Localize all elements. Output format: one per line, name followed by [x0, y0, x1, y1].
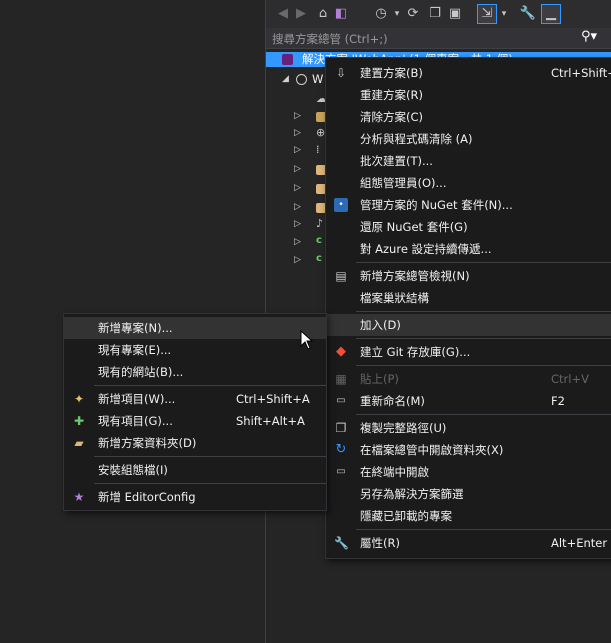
existing-item-icon: ✚ [73, 414, 85, 428]
menu-item-rename[interactable]: ▭ 重新命名(M) F2 [326, 390, 611, 412]
submenu-item-existing-website[interactable]: 現有的網站(B)... [64, 361, 326, 383]
globe-icon: ⊕ [316, 126, 326, 139]
solution-icon [282, 54, 293, 65]
new-folder-icon: ▰ [74, 436, 84, 450]
tree-item-cs-file[interactable]: ▷ c [266, 251, 326, 273]
expand-icon[interactable]: ▷ [294, 219, 301, 229]
settings-file-icon: ♪ [316, 217, 324, 230]
menu-separator [356, 338, 611, 339]
menu-separator [94, 385, 326, 386]
submenu-item-install-config[interactable]: 安裝組態檔(I) [64, 459, 326, 481]
menu-item-manage-nuget[interactable]: • 管理方案的 NuGet 套件(N)... [326, 194, 611, 216]
menu-item-new-se-view[interactable]: ▤ 新增方案總管檢視(N) [326, 265, 611, 287]
csharp-file-icon: c [316, 253, 322, 264]
nuget-icon: • [334, 198, 348, 212]
menu-item-rebuild-solution[interactable]: 重建方案(R) [326, 84, 611, 106]
menu-item-analyze-cleanup[interactable]: 分析與程式碼清除 (A) [326, 128, 611, 150]
csharp-file-icon: c [316, 235, 322, 246]
show-all-files-icon[interactable]: ▣ [446, 5, 464, 23]
submenu-item-new-editorconfig[interactable]: ★ 新增 EditorConfig [64, 486, 326, 508]
menu-item-properties[interactable]: 🔧 屬性(R) Alt+Enter [326, 532, 611, 554]
solution-context-menu: ⇩ 建置方案(B) Ctrl+Shift+B 重建方案(R) 清除方案(C) 分… [325, 57, 611, 559]
git-icon: ◆ [336, 344, 346, 359]
search-icon[interactable]: ⚲▾ [581, 29, 597, 44]
back-icon[interactable]: ◀ [274, 5, 292, 23]
search-box[interactable]: 搜尋方案總管 (Ctrl+;) ⚲▾ [266, 28, 611, 49]
terminal-icon: ▭ [336, 466, 346, 477]
submenu-item-new-item[interactable]: ✦ 新增項目(W)... Ctrl+Shift+A [64, 388, 326, 410]
menu-item-clean-solution[interactable]: 清除方案(C) [326, 106, 611, 128]
rename-icon: ▭ [336, 395, 346, 406]
submenu-item-new-solution-folder[interactable]: ▰ 新增方案資料夾(D) [64, 432, 326, 454]
expand-icon[interactable]: ▷ [294, 183, 301, 193]
forward-icon[interactable]: ▶ [292, 5, 310, 23]
new-view-icon: ▤ [335, 269, 347, 283]
home-icon[interactable]: ⌂ [314, 5, 332, 23]
submenu-item-existing-item[interactable]: ✚ 現有項目(G)... Shift+Alt+A [64, 410, 326, 432]
add-submenu: 新增專案(N)... 現有專案(E)... 現有的網站(B)... ✦ 新增項目… [63, 313, 327, 511]
copy-path-icon: ❐ [335, 421, 347, 435]
expand-icon[interactable]: ▷ [294, 145, 301, 155]
menu-item-add[interactable]: 加入(D) [326, 314, 611, 336]
expand-icon[interactable]: ▷ [294, 202, 301, 212]
menu-separator [94, 456, 326, 457]
menu-separator [356, 262, 611, 263]
open-folder-icon: ↻ [335, 442, 347, 457]
expand-icon[interactable]: ▷ [294, 111, 301, 121]
filter-dropdown-icon[interactable]: ▾ [495, 5, 513, 23]
menu-separator [356, 414, 611, 415]
menu-item-hide-unloaded[interactable]: 隱藏已卸載的專案 [326, 505, 611, 527]
vs-switch-views-icon[interactable]: ◧ [332, 5, 350, 23]
menu-separator [356, 311, 611, 312]
expand-icon[interactable]: ▷ [294, 164, 301, 174]
expand-icon[interactable]: ▷ [294, 128, 301, 138]
build-icon: ⇩ [335, 66, 347, 80]
wrench-icon: 🔧 [334, 536, 349, 550]
menu-item-save-as-filter[interactable]: 另存為解決方案篩選 [326, 483, 611, 505]
menu-item-batch-build[interactable]: 批次建置(T)... [326, 150, 611, 172]
menu-item-azure-cd[interactable]: 對 Azure 設定持續傳遞... [326, 238, 611, 260]
menu-separator [356, 365, 611, 366]
menu-item-file-nesting[interactable]: 檔案巢狀結構 [326, 287, 611, 309]
menu-item-open-in-explorer[interactable]: ↻ 在檔案總管中開啟資料夾(X) [326, 439, 611, 461]
search-input[interactable]: 搜尋方案總管 (Ctrl+;) [272, 31, 388, 47]
sync-icon[interactable]: ⟳ [404, 5, 422, 23]
mouse-cursor-icon [300, 330, 314, 350]
new-item-icon: ✦ [73, 392, 85, 406]
submenu-item-new-project[interactable]: 新增專案(N)... [64, 317, 326, 339]
project-label: W [312, 72, 324, 86]
menu-item-create-git-repo[interactable]: ◆ 建立 Git 存放庫(G)... [326, 341, 611, 363]
menu-item-configuration-manager[interactable]: 組態管理員(O)... [326, 172, 611, 194]
web-project-icon [296, 74, 307, 85]
editorconfig-icon: ★ [73, 490, 85, 504]
menu-item-restore-nuget[interactable]: 還原 NuGet 套件(G) [326, 216, 611, 238]
menu-separator [356, 529, 611, 530]
solution-explorer-toolbar: ◀ ▶ ⌂ ◧ ◷ ▾ ⟳ ❐ ▣ ⇲ ▾ 🔧 ▁ [266, 0, 611, 28]
expand-icon[interactable]: ▷ [294, 237, 301, 247]
submenu-item-existing-project[interactable]: 現有專案(E)... [64, 339, 326, 361]
paste-icon: ▦ [335, 372, 347, 386]
collapse-all-icon[interactable]: ❐ [426, 5, 444, 23]
menu-item-build-solution[interactable]: ⇩ 建置方案(B) Ctrl+Shift+B [326, 62, 611, 84]
tree-item-project[interactable]: ◢ W [266, 70, 326, 92]
properties-wrench-icon[interactable]: 🔧 [519, 5, 537, 23]
menu-separator [94, 483, 326, 484]
menu-item-open-in-terminal[interactable]: ▭ 在終端中開啟 [326, 461, 611, 483]
menu-item-paste: ▦ 貼上(P) Ctrl+V [335, 372, 589, 386]
preview-selected-items-icon[interactable]: ▁ [541, 4, 561, 24]
menu-item-copy-full-path[interactable]: ❐ 複製完整路徑(U) [326, 417, 611, 439]
pending-changes-filter-icon[interactable]: ⇲ [477, 4, 497, 24]
dependencies-icon: ⁞ [316, 143, 320, 156]
expand-icon[interactable]: ◢ [282, 74, 289, 84]
expand-icon[interactable]: ▷ [294, 255, 301, 265]
